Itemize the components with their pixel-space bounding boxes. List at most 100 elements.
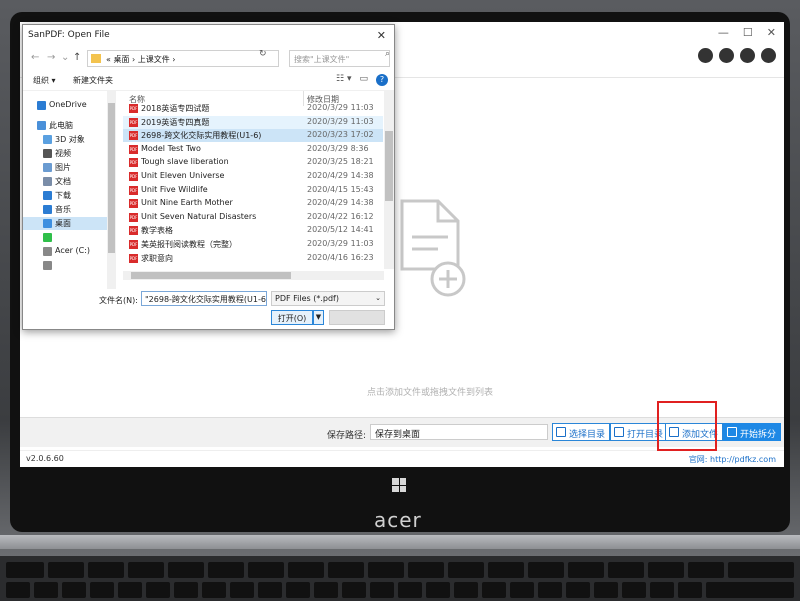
file-row[interactable]: PDF 求职意向 2020/4/16 16:23: [123, 252, 383, 265]
file-date: 2020/3/29 11:03: [307, 116, 374, 126]
keyboard-key: [202, 582, 226, 598]
add-file-icon[interactable]: [398, 199, 468, 299]
minimize-icon[interactable]: —: [718, 26, 729, 39]
open-options-dropdown[interactable]: ▼: [313, 310, 324, 325]
keyboard-key: [488, 562, 524, 578]
sidebar-item-music[interactable]: 音乐: [23, 203, 107, 216]
preview-pane-icon[interactable]: ▭: [359, 74, 368, 86]
sidebar-item-desktop[interactable]: 桌面: [23, 217, 107, 230]
view-options-icon[interactable]: ☷ ▾: [336, 74, 351, 86]
new-folder-button[interactable]: 新建文件夹: [73, 75, 113, 86]
sidebar-item-label: 音乐: [55, 205, 71, 214]
keyboard-key: [648, 562, 684, 578]
sidebar-item-downloads[interactable]: 下载: [23, 189, 107, 202]
website-link[interactable]: 官网: http://pdfkz.com: [689, 454, 776, 465]
folder-icon: [91, 54, 101, 63]
search-input[interactable]: 搜索"上课文件": [289, 50, 390, 67]
keyboard-key: [622, 582, 646, 598]
sidebar-item-videos[interactable]: 视频: [23, 147, 107, 160]
user-icon[interactable]: [740, 48, 755, 63]
highlight-box: [657, 401, 717, 451]
header-icons: [698, 48, 776, 63]
file-date: 2020/3/23 17:02: [307, 130, 374, 140]
file-row[interactable]: PDF Unit Seven Natural Disasters 2020/4/22…: [123, 211, 383, 224]
filetype-select[interactable]: PDF Files (*.pdf) ⌄: [271, 291, 385, 306]
search-icon[interactable]: ⌕: [385, 49, 390, 59]
close-icon[interactable]: ✕: [767, 26, 776, 39]
navigation-row: ← → ⌄ ↑ « 桌面 › 上课文件 › ↻ 搜索"上课文件" ⌕: [23, 47, 394, 71]
file-list-hscrollbar[interactable]: [123, 271, 384, 280]
cancel-button[interactable]: [329, 310, 385, 325]
select-directory-button[interactable]: 选择目录: [552, 423, 611, 441]
keyboard-key: [34, 582, 58, 598]
file-row[interactable]: PDF 美英报刊阅读教程（完整） 2020/3/29 11:03: [123, 238, 383, 251]
file-name: Unit Eleven Universe: [141, 171, 225, 180]
address-bar[interactable]: « 桌面 › 上课文件 ›: [87, 50, 279, 67]
dialog-close-icon[interactable]: ✕: [377, 29, 386, 42]
refresh-icon[interactable]: ↻: [259, 49, 267, 59]
file-row[interactable]: PDF Model Test Two 2020/3/29 8:36: [123, 143, 383, 156]
file-date: 2020/4/29 14:38: [307, 198, 374, 208]
cube-icon: [43, 135, 52, 144]
window-controls: — ☐ ✕: [718, 26, 776, 39]
sidebar-item-label: Acer (C:): [55, 246, 91, 255]
file-row[interactable]: PDF 2018英语专四试题 2020/3/29 11:03: [123, 102, 383, 115]
sidebar-scrollbar[interactable]: [107, 91, 116, 289]
gear-icon[interactable]: [761, 48, 776, 63]
sidebar-item-app[interactable]: [23, 231, 107, 244]
file-name: Unit Seven Natural Disasters: [141, 211, 257, 221]
sidebar-item-onedrive[interactable]: OneDrive: [23, 99, 107, 112]
file-list: 名称 修改日期 PDF 2018英语专四试题 2020/3/29 11:03 PDF 2…: [123, 91, 383, 271]
navigation-pane: OneDrive 此电脑 3D 对象 视频 图片 文档 下载 音乐 桌面 Ace…: [23, 91, 107, 289]
file-row[interactable]: PDF 教学表格 2020/5/12 14:41: [123, 224, 383, 237]
keyboard-key: [288, 562, 324, 578]
sidebar-item-this-pc[interactable]: 此电脑: [23, 119, 107, 132]
keyboard-key: [258, 582, 282, 598]
view-controls: ☷ ▾ ▭ ?: [336, 74, 388, 86]
file-list-hscroll-thumb[interactable]: [131, 272, 291, 279]
file-row[interactable]: PDF 2698-跨文化交际实用教程(U1-6) 2020/3/23 17:02: [123, 129, 383, 143]
sidebar-item-label: 图片: [55, 163, 71, 172]
help-icon[interactable]: ?: [376, 74, 388, 86]
organize-menu[interactable]: 组织 ▾: [33, 75, 56, 86]
sidebar-item-label: 3D 对象: [55, 135, 85, 144]
file-name: Unit Five Wildlife: [141, 184, 208, 194]
forward-icon[interactable]: →: [47, 52, 55, 63]
headset-icon[interactable]: [719, 48, 734, 63]
keyboard-key: [568, 562, 604, 578]
file-row[interactable]: PDF 2019英语专四真题 2020/3/29 11:03: [123, 115, 383, 129]
keyboard-key: [128, 562, 164, 578]
app-icon: [43, 233, 52, 242]
start-split-button[interactable]: 开始拆分: [723, 423, 782, 441]
file-row[interactable]: PDF Unit Eleven Universe 2020/4/29 14:38: [123, 170, 383, 183]
maximize-icon[interactable]: ☐: [743, 26, 753, 39]
drive-icon: [43, 261, 52, 270]
sidebar-item-documents[interactable]: 文档: [23, 175, 107, 188]
pdf-file-icon: PDF: [129, 144, 138, 154]
sidebar-item-pictures[interactable]: 图片: [23, 161, 107, 174]
keyboard-key: [368, 562, 404, 578]
sidebar-item-drive[interactable]: [23, 259, 107, 272]
sidebar-item-drive-c[interactable]: Acer (C:): [23, 245, 107, 258]
keyboard-key: [706, 582, 794, 598]
file-row[interactable]: PDF Unit Nine Earth Mother 2020/4/29 14:38: [123, 197, 383, 210]
open-button[interactable]: 打开(O): [271, 310, 313, 325]
file-list-scrollbar[interactable]: [384, 91, 394, 269]
recent-dropdown-icon[interactable]: ⌄: [61, 52, 69, 63]
file-row[interactable]: PDF Tough slave liberation 2020/3/25 18:21: [123, 156, 383, 169]
picture-icon: [43, 163, 52, 172]
file-list-scroll-thumb[interactable]: [385, 131, 393, 201]
save-path-input[interactable]: 保存到桌面: [370, 424, 548, 440]
keyboard-key: [398, 582, 422, 598]
back-icon[interactable]: ←: [31, 52, 39, 63]
keyboard-key: [230, 582, 254, 598]
sidebar-item-3d-objects[interactable]: 3D 对象: [23, 133, 107, 146]
keyboard-key: [286, 582, 310, 598]
computer-icon: [37, 121, 46, 130]
chat-icon[interactable]: [698, 48, 713, 63]
filename-input[interactable]: "2698-跨文化交际实用教程(U1-6)": [141, 291, 267, 306]
file-row[interactable]: PDF Unit Five Wildlife 2020/4/15 15:43: [123, 184, 383, 197]
up-icon[interactable]: ↑: [73, 52, 81, 63]
sidebar-scroll-thumb[interactable]: [108, 103, 115, 253]
keyboard-key: [118, 582, 142, 598]
